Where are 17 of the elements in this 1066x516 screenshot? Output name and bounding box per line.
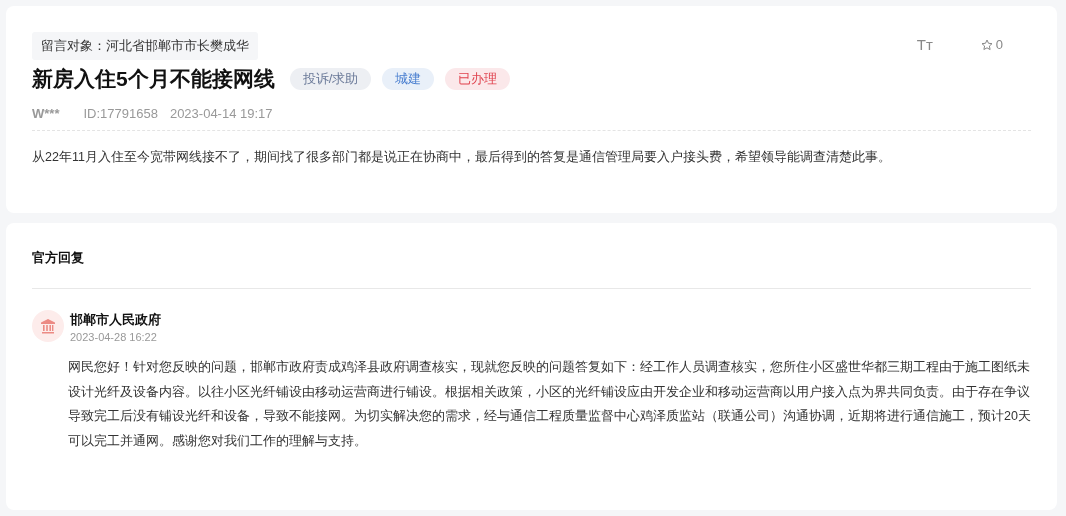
category-tag: 投诉/求助 <box>289 68 372 90</box>
star-icon <box>980 38 993 51</box>
category-tag: 城建 <box>382 68 435 90</box>
reply-body: 网民您好！针对您反映的问题，邯郸市政府责成鸡泽县政府调查核实，现就您反映的问题答复如下：经工作人员调查核实，您所住小区盛世华都三期工程由于施工图纸未设计光纤及设备内容。以往小区光纤铺设由移动运营商进行铺设。根据相关政策，小区的光纤铺设应由开发企业和移动运营商以用户接入点为界共同负责。由于存在争议导致完工后没有铺设光纤和设备，导致不能接网。为切实解决您的需求，经与通信工程质量监督中心鸡泽质监站（联通公司）沟通协调，近期将进行通信施工，预计20天可以完工并通网。感谢您对我们工作的理解与支持。 <box>68 359 1031 450</box>
message-time: 2023-04-14 19:17 <box>169 106 273 121</box>
favorite-button[interactable]: 0 <box>980 37 1003 52</box>
category-tag: 已办理 <box>445 68 511 90</box>
section-heading: 官方回复 <box>32 223 1031 289</box>
message-body: 从22年11月入住至今宽带网线接不了，期间找了很多部门都是说正在协商中，最后得到的答复是通信管理局要入户接头费，希望领导能调查清楚此事。 <box>32 149 892 166</box>
recipient-label: 留言对象：河北省邯郸市市长樊成华 <box>32 32 258 60</box>
message-title: 新房入住5个月不能接网线 <box>32 66 275 92</box>
message-id: ID:17791658 <box>83 106 158 121</box>
font-size-button[interactable]: Tт <box>916 36 933 53</box>
author-name: W*** <box>32 106 60 121</box>
reply-time: 2023-04-28 16:22 <box>70 331 158 343</box>
organization-name: 邯郸市人民政府 <box>70 312 161 329</box>
building-icon <box>40 318 56 334</box>
